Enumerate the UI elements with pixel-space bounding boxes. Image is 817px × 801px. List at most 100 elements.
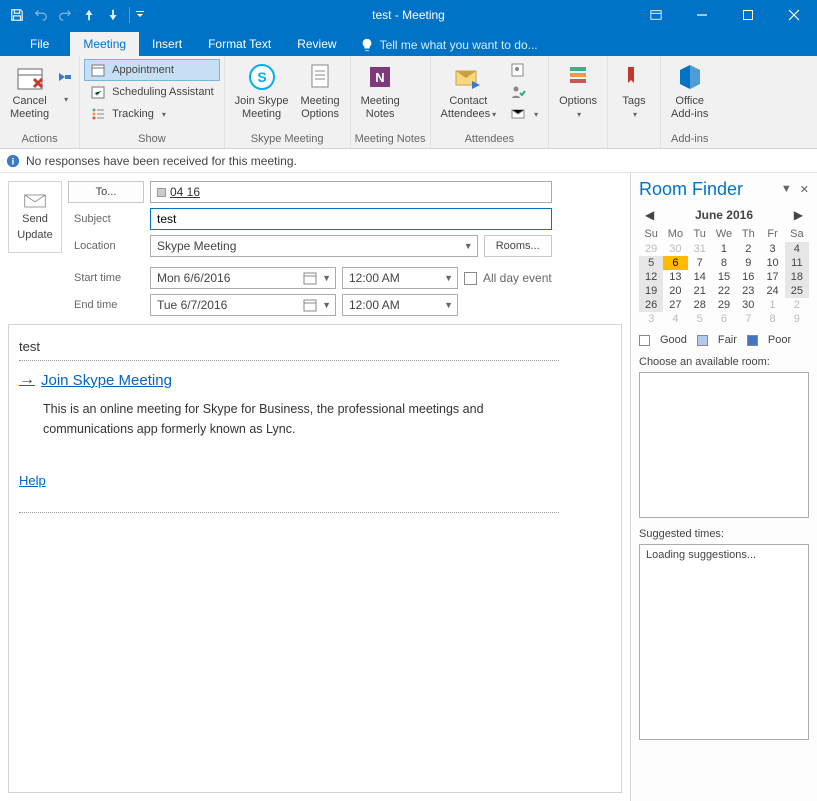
calendar-day[interactable]: 5 [639, 256, 663, 270]
calendar-day[interactable]: 22 [712, 284, 736, 298]
to-field[interactable]: 04 16 [150, 181, 552, 203]
calendar-day[interactable]: 20 [663, 284, 687, 298]
meeting-options-button[interactable]: Meeting Options [294, 59, 345, 123]
calendar-day[interactable]: 16 [736, 270, 760, 284]
tab-format-text[interactable]: Format Text [195, 32, 284, 56]
calendar-day[interactable]: 24 [760, 284, 784, 298]
qat-separator [129, 7, 130, 23]
calendar-day[interactable]: 9 [785, 312, 809, 326]
calendar-day[interactable]: 3 [639, 312, 663, 326]
calendar-day[interactable]: 21 [688, 284, 712, 298]
calendar-day[interactable]: 6 [663, 256, 687, 270]
start-time-field[interactable]: 12:00 AM ▼ [342, 267, 458, 289]
calendar-day[interactable]: 6 [712, 312, 736, 326]
calendar-day[interactable]: 27 [663, 298, 687, 312]
check-names-button[interactable] [504, 81, 544, 103]
calendar-day[interactable]: 18 [785, 270, 809, 284]
calendar-day[interactable]: 9 [736, 256, 760, 270]
calendar-day[interactable]: 1 [760, 298, 784, 312]
tell-me-search[interactable]: Tell me what you want to do... [350, 38, 548, 56]
office-addins-button[interactable]: Office Add-ins [665, 59, 714, 123]
calendar-day[interactable]: 28 [688, 298, 712, 312]
cancel-meeting-button[interactable]: Cancel Meeting [4, 59, 55, 123]
all-day-checkbox[interactable] [464, 272, 477, 285]
save-button[interactable] [6, 4, 28, 26]
rooms-button[interactable]: Rooms... [484, 235, 552, 257]
calendar-day[interactable]: 2 [785, 298, 809, 312]
calendar-day[interactable]: 11 [785, 256, 809, 270]
calendar-day[interactable]: 4 [663, 312, 687, 326]
suggested-times-list[interactable]: Loading suggestions... [639, 544, 809, 740]
end-time-field[interactable]: 12:00 AM ▼ [342, 294, 458, 316]
calendar-day[interactable]: 8 [712, 256, 736, 270]
calendar-day[interactable]: 4 [785, 242, 809, 256]
prev-item-button[interactable] [78, 4, 100, 26]
ribbon-display-options[interactable] [633, 0, 679, 30]
maximize-button[interactable] [725, 0, 771, 30]
calendar-day[interactable]: 30 [663, 242, 687, 256]
scheduling-assistant-button[interactable]: Scheduling Assistant [84, 81, 220, 103]
tab-insert[interactable]: Insert [139, 32, 195, 56]
actions-more-button[interactable]: ▾ [55, 59, 75, 106]
join-skype-meeting-button[interactable]: S Join Skype Meeting [229, 59, 295, 123]
options-button[interactable]: Options▾ [553, 59, 603, 123]
suggested-times-label: Suggested times: [639, 528, 809, 540]
calendar-day[interactable]: 30 [736, 298, 760, 312]
start-date-field[interactable]: Mon 6/6/2016 ▼ [150, 267, 336, 289]
pane-close-button[interactable]: ✕ [800, 183, 809, 196]
calendar-day[interactable]: 8 [760, 312, 784, 326]
tags-button[interactable]: Tags▾ [612, 59, 656, 123]
calendar-day[interactable]: 5 [688, 312, 712, 326]
close-button[interactable] [771, 0, 817, 30]
tab-meeting[interactable]: Meeting [70, 32, 139, 56]
redo-button[interactable] [54, 4, 76, 26]
presence-icon [157, 188, 166, 197]
calendar-day[interactable]: 29 [639, 242, 663, 256]
recipient-chip[interactable]: 04 16 [157, 185, 200, 199]
tracking-button[interactable]: Tracking ▾ [84, 103, 220, 125]
appointment-icon [90, 62, 106, 78]
next-item-button[interactable] [102, 4, 124, 26]
calendar-day[interactable]: 13 [663, 270, 687, 284]
contact-attendees-button[interactable]: Contact Attendees▾ [435, 59, 503, 123]
calendar-day[interactable]: 10 [760, 256, 784, 270]
calendar-day[interactable]: 7 [736, 312, 760, 326]
help-link[interactable]: Help [19, 473, 46, 488]
qat-customize-dropdown[interactable] [135, 4, 145, 26]
send-update-button[interactable]: Send Update [8, 181, 62, 253]
meeting-notes-button[interactable]: N Meeting Notes [355, 59, 406, 123]
calendar-day[interactable]: 14 [688, 270, 712, 284]
info-message: No responses have been received for this… [26, 154, 297, 168]
calendar-day[interactable]: 25 [785, 284, 809, 298]
calendar-day[interactable]: 17 [760, 270, 784, 284]
response-options-button[interactable]: ▾ [504, 103, 544, 125]
calendar-dow-header: We [712, 226, 736, 242]
calendar-day[interactable]: 1 [712, 242, 736, 256]
location-field[interactable]: Skype Meeting ▼ [150, 235, 478, 257]
calendar-day[interactable]: 12 [639, 270, 663, 284]
calendar-day[interactable]: 31 [688, 242, 712, 256]
next-month-button[interactable]: ▶ [794, 208, 803, 222]
calendar-day[interactable]: 29 [712, 298, 736, 312]
prev-month-button[interactable]: ◀ [645, 208, 654, 222]
pane-options-button[interactable]: ▼ [781, 183, 792, 196]
meeting-body[interactable]: test → Join Skype Meeting This is an onl… [8, 324, 622, 793]
tab-review[interactable]: Review [284, 32, 349, 56]
join-skype-meeting-link[interactable]: → Join Skype Meeting [19, 371, 611, 389]
calendar-day[interactable]: 7 [688, 256, 712, 270]
tab-file[interactable]: File [17, 32, 62, 56]
available-rooms-list[interactable] [639, 372, 809, 518]
calendar-day[interactable]: 3 [760, 242, 784, 256]
undo-button[interactable] [30, 4, 52, 26]
calendar-day[interactable]: 23 [736, 284, 760, 298]
calendar-day[interactable]: 2 [736, 242, 760, 256]
calendar-day[interactable]: 26 [639, 298, 663, 312]
subject-field[interactable] [150, 208, 552, 230]
calendar-day[interactable]: 15 [712, 270, 736, 284]
address-book-button[interactable] [504, 59, 544, 81]
end-date-field[interactable]: Tue 6/7/2016 ▼ [150, 294, 336, 316]
minimize-button[interactable] [679, 0, 725, 30]
calendar-day[interactable]: 19 [639, 284, 663, 298]
appointment-button[interactable]: Appointment [84, 59, 220, 81]
to-button[interactable]: To... [68, 181, 144, 203]
